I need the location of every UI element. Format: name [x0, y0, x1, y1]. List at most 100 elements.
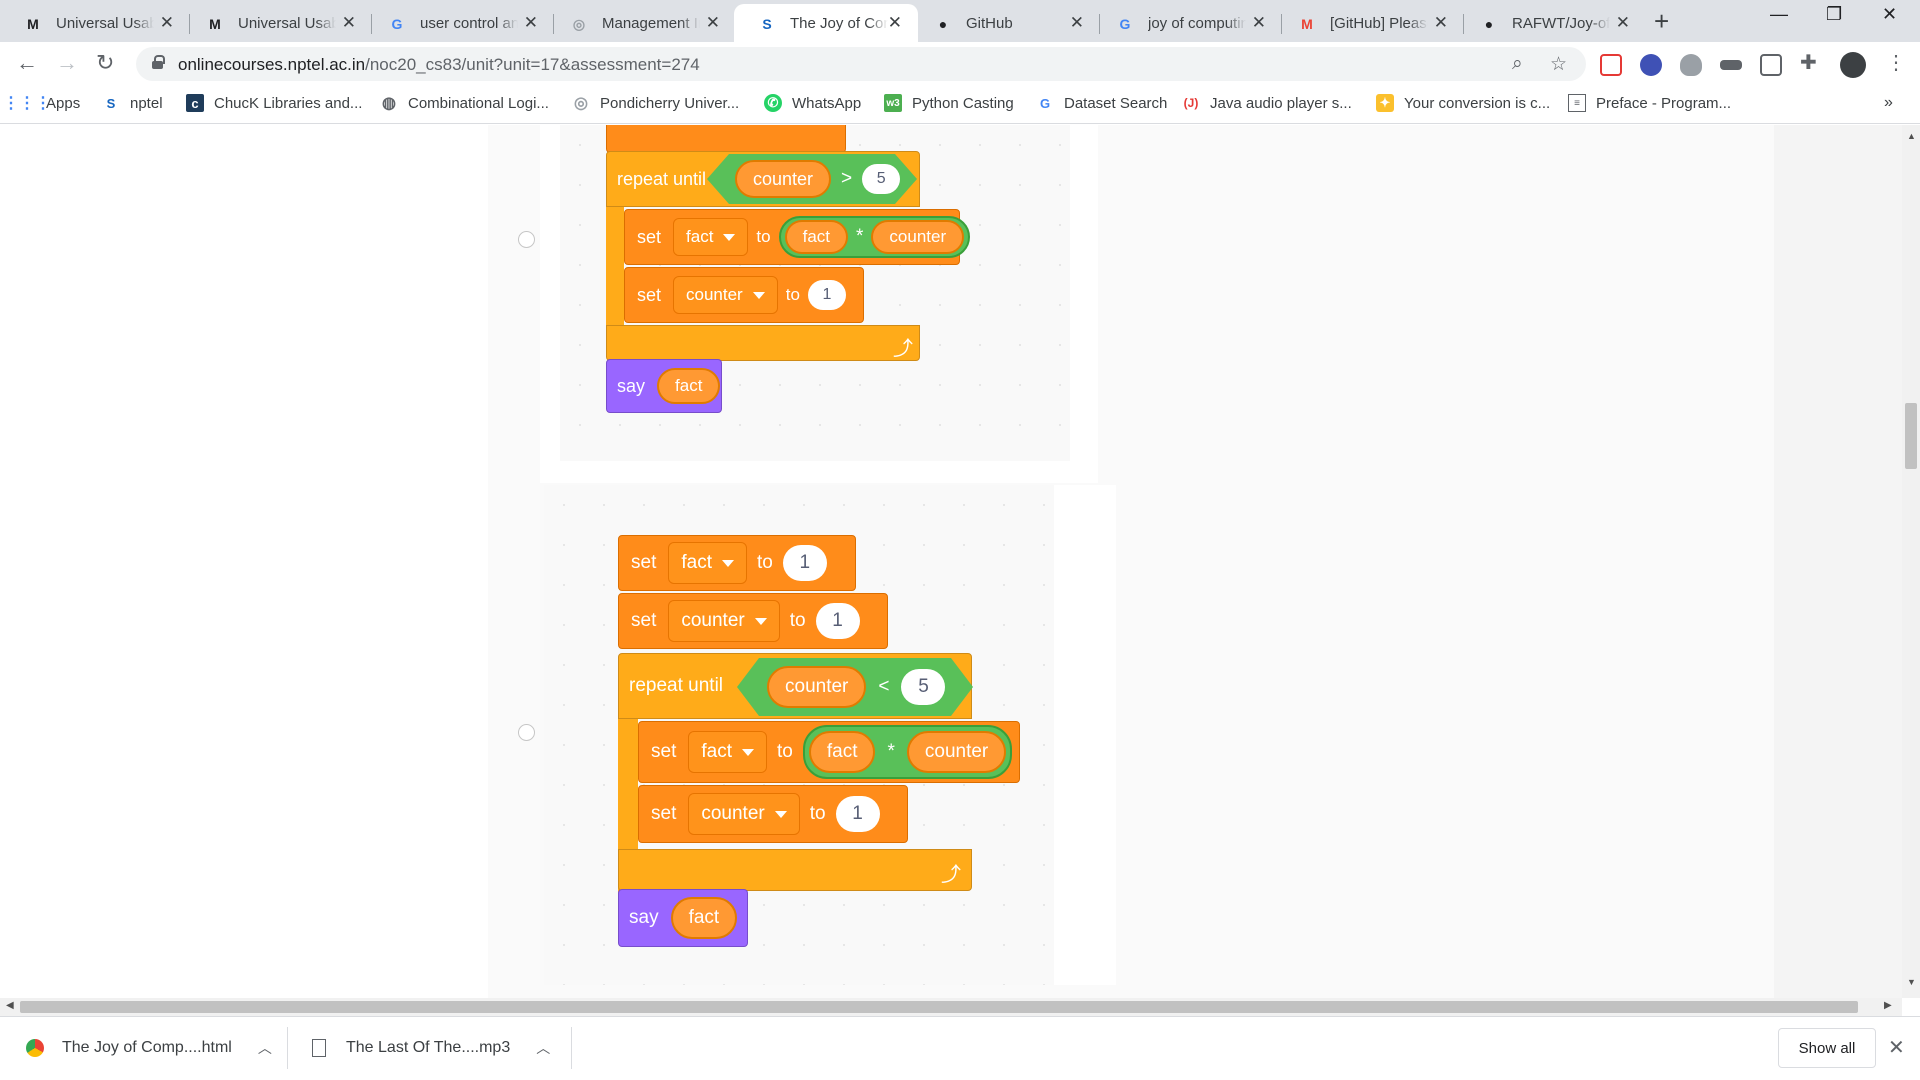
variable-dropdown[interactable]: counter [688, 793, 800, 835]
apps-grid-icon: ⋮⋮⋮ [3, 95, 51, 112]
google-icon: G [391, 16, 403, 32]
tab-github-mail[interactable]: M [GitHub] Please ✕ [1274, 4, 1464, 42]
bookmark-star-icon[interactable]: ☆ [1550, 53, 1567, 76]
variable-dropdown[interactable]: fact [688, 731, 767, 773]
avatar[interactable] [1840, 52, 1866, 78]
whatsapp-icon: ✆ [764, 94, 782, 112]
horizontal-scroll-thumb[interactable] [20, 1001, 1858, 1013]
chevron-up-icon[interactable]: ︿ [258, 1038, 272, 1058]
page-viewport: repeat until counter > 5 set fact to fac… [0, 125, 1902, 998]
window-close-icon[interactable]: ✕ [1882, 4, 1897, 25]
option-2-set-counter-block: set counter to 1 [638, 785, 908, 843]
tab-joy-of-computing-search[interactable]: G joy of computing ✕ [1092, 4, 1282, 42]
download-bar: The Joy of Comp....html ︿ The Last Of Th… [0, 1016, 1920, 1080]
tab-user-control[interactable]: G user control and ✕ [364, 4, 554, 42]
forward-arrow-icon[interactable]: → [56, 50, 78, 76]
loop-arrow-icon: ⤴ [941, 864, 961, 886]
zoom-icon[interactable]: ⌕ [1512, 53, 1523, 75]
github-icon: ● [1484, 16, 1494, 32]
tab-github[interactable]: ● GitHub ✕ [910, 4, 1100, 42]
download-item-mp3[interactable]: The Last Of The....mp3 ︿ [288, 1017, 572, 1079]
close-icon[interactable]: ✕ [524, 13, 538, 33]
minimize-icon[interactable]: — [1770, 4, 1788, 25]
option-2-say-block: say fact [618, 889, 748, 947]
screenshot-extension-icon[interactable] [1760, 54, 1782, 76]
scroll-up-icon[interactable]: ▲ [1907, 131, 1916, 141]
back-arrow-icon[interactable]: ← [16, 50, 38, 76]
url-host: onlinecourses.nptel.ac.in [178, 55, 366, 74]
restore-icon[interactable]: ❐ [1826, 4, 1842, 25]
variable-dropdown[interactable]: fact [668, 542, 747, 584]
close-icon[interactable]: ✕ [160, 13, 174, 33]
loop-arrow-icon: ⤴ [893, 338, 913, 360]
university-icon: ◎ [574, 95, 588, 112]
option-1-radio[interactable] [518, 231, 535, 248]
url-text[interactable]: onlinecourses.nptel.ac.in/noc20_cs83/uni… [178, 55, 700, 75]
option-2-repeat-until-block: repeat until counter < 5 [618, 653, 972, 719]
bookmark-java-audio[interactable]: (J) Java audio player s... [1182, 94, 1352, 112]
variable-dropdown[interactable]: counter [673, 276, 778, 314]
kebab-menu-icon[interactable]: ⋮ [1886, 50, 1906, 75]
address-bar[interactable]: onlinecourses.nptel.ac.in/noc20_cs83/uni… [136, 47, 1586, 81]
bookmark-python-casting[interactable]: w3 Python Casting [884, 94, 1014, 112]
download-item-html[interactable]: The Joy of Comp....html ︿ [0, 1017, 288, 1079]
glasses-extension-icon[interactable] [1720, 60, 1742, 70]
chevron-up-icon[interactable]: ︿ [536, 1038, 550, 1058]
variable-dropdown[interactable]: counter [668, 600, 780, 642]
bookmark-preface[interactable]: ≡ Preface - Program... [1568, 94, 1731, 112]
globe-icon: ◍ [382, 95, 396, 112]
extension-icon[interactable] [1640, 54, 1662, 76]
chevron-down-icon [721, 559, 734, 567]
tab-joy-of-computing[interactable]: S The Joy of Computing ✕ [734, 4, 918, 42]
bookmarks-bar: ⋮⋮⋮ Apps Snptel c ChucK Libraries and... ◍… [0, 86, 1920, 124]
option-1-set-block-cut [606, 125, 846, 153]
bookmark-nptel[interactable]: Snptel [102, 94, 163, 112]
bookmark-dataset-search[interactable]: G Dataset Search [1036, 94, 1167, 112]
bookmark-apps[interactable]: ⋮⋮⋮ Apps [3, 94, 80, 113]
option-2-set-counter-init-block: set counter to 1 [618, 593, 888, 649]
tab-rafwt-repo[interactable]: ● RAFWT/Joy-of- ✕ [1456, 4, 1646, 42]
chevron-down-icon [741, 748, 754, 756]
tab-universal-usability-1[interactable]: M Universal Usability ✕ [0, 4, 190, 42]
option-1-repeat-footer: ⤴ [606, 325, 920, 361]
reload-icon[interactable]: ↻ [96, 50, 114, 76]
tab-title: GitHub [966, 14, 1013, 32]
close-icon[interactable]: ✕ [706, 13, 720, 33]
close-icon[interactable]: ✕ [342, 13, 356, 33]
close-icon[interactable]: ✕ [1252, 13, 1266, 33]
bookmark-conversion[interactable]: ✦ Your conversion is c... [1376, 94, 1550, 112]
scroll-left-icon[interactable]: ◀ [6, 1000, 14, 1011]
horizontal-scrollbar[interactable]: ◀ ▶ [0, 998, 1902, 1016]
scroll-right-icon[interactable]: ▶ [1884, 1000, 1892, 1011]
scroll-down-icon[interactable]: ▼ [1907, 977, 1916, 987]
vertical-scroll-thumb[interactable] [1905, 403, 1917, 469]
variable-dropdown[interactable]: fact [673, 218, 749, 256]
option-2-radio[interactable] [518, 724, 535, 741]
close-icon[interactable]: ✕ [888, 13, 902, 33]
close-icon[interactable]: ✕ [1434, 13, 1448, 33]
lock-icon[interactable] [152, 55, 165, 69]
tab-title: RAFWT/Joy-of- [1512, 14, 1610, 32]
pocket-extension-icon[interactable] [1600, 54, 1622, 76]
vertical-scrollbar[interactable]: ▲ ▼ [1902, 125, 1920, 998]
tab-universal-usability-2[interactable]: M Universal Usability ✕ [182, 4, 372, 42]
close-download-bar-icon[interactable]: ✕ [1888, 1035, 1905, 1060]
close-icon[interactable]: ✕ [1616, 13, 1630, 33]
book-icon: ≡ [1568, 94, 1586, 112]
tab-title: The Joy of Computing [790, 14, 888, 32]
bookmark-whatsapp[interactable]: ✆ WhatsApp [764, 94, 861, 112]
bookmarks-overflow-icon[interactable]: » [1884, 94, 1893, 112]
tab-title: Management Info [602, 14, 700, 32]
bookmark-combinational-logic[interactable]: ◍ Combinational Logi... [380, 94, 549, 113]
chevron-down-icon [754, 617, 767, 625]
tab-management[interactable]: ◎ Management Info ✕ [546, 4, 736, 42]
bookmark-chuck[interactable]: c ChucK Libraries and... [186, 94, 362, 112]
new-tab-plus-icon[interactable]: + [1654, 6, 1669, 37]
close-icon[interactable]: ✕ [1070, 13, 1084, 33]
bookmark-pondicherry[interactable]: ◎ Pondicherry Univer... [572, 94, 739, 113]
shield-icon[interactable] [1680, 54, 1702, 76]
medium-icon: M [209, 16, 221, 32]
show-all-button[interactable]: Show all [1778, 1028, 1876, 1068]
puzzle-extensions-icon[interactable]: ✚ [1800, 50, 1822, 74]
github-icon: ● [938, 16, 948, 32]
